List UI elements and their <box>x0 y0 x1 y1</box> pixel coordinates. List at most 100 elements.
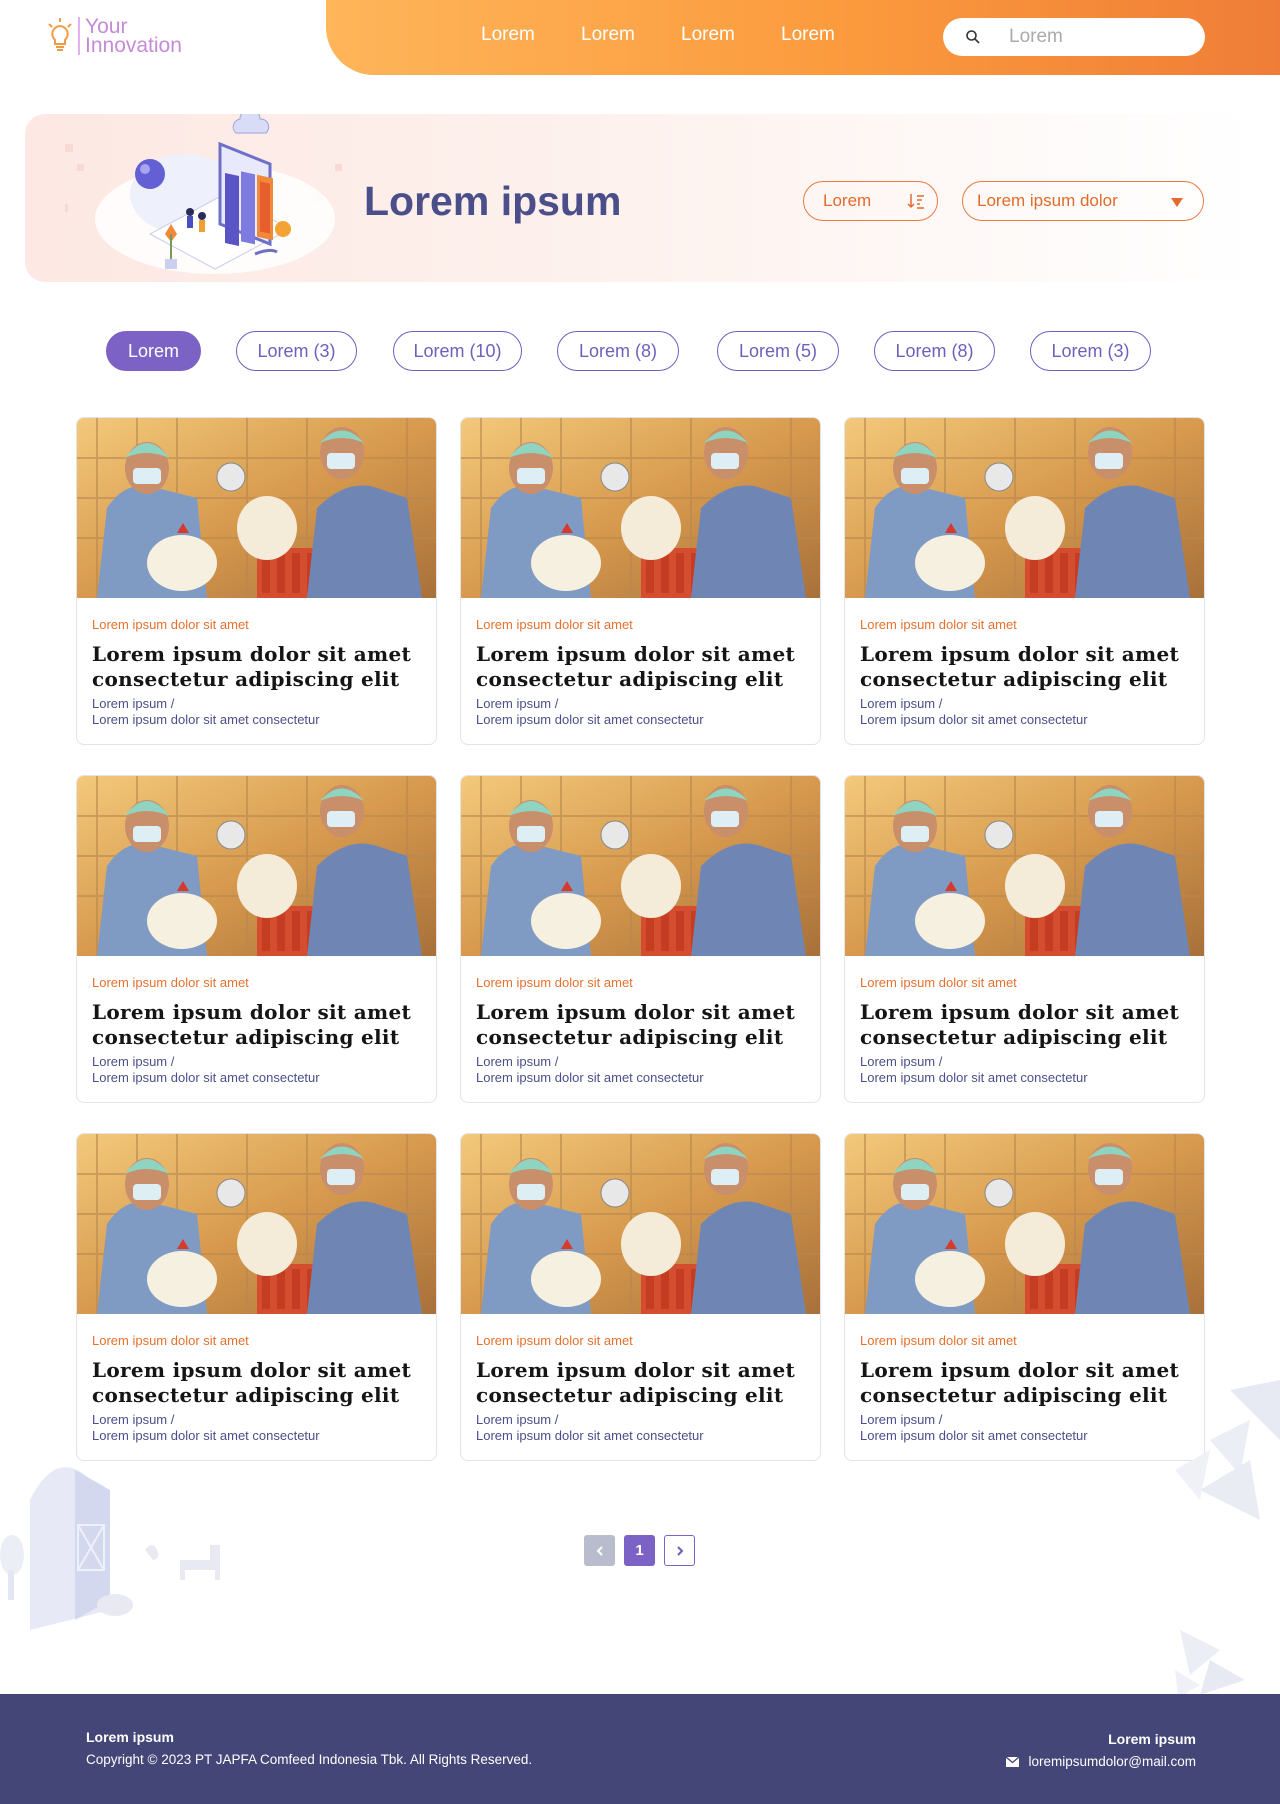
article-image <box>461 418 821 598</box>
email-address[interactable]: loremipsumdolor@mail.com <box>1029 1754 1197 1769</box>
article-card[interactable]: Lorem ipsum dolor sit amet Lorem ipsum d… <box>76 417 437 745</box>
category-select[interactable]: Lorem ipsum dolor <box>962 181 1204 221</box>
article-title-line: consectetur adipiscing elit <box>476 1025 784 1049</box>
article-title-line: Lorem ipsum dolor sit amet <box>92 1000 412 1024</box>
article-title-line: consectetur adipiscing elit <box>476 667 784 691</box>
article-title-line: consectetur adipiscing elit <box>860 1025 1168 1049</box>
article-meta: Lorem ipsum / Lorem ipsum dolor sit amet … <box>92 1054 421 1086</box>
page-number-current[interactable]: 1 <box>624 1535 655 1566</box>
hero-banner: Lorem ipsum Lorem Lorem ipsum dolor <box>25 114 1255 282</box>
article-title: Lorem ipsum dolor sit amet consectetur ad… <box>860 642 1189 692</box>
nav-item-1[interactable]: Lorem <box>481 24 581 46</box>
article-meta-line: Lorem ipsum dolor sit amet consectetur <box>476 712 704 727</box>
article-meta-line: Lorem ipsum dolor sit amet consectetur <box>92 1070 320 1085</box>
brand-wordmark: Your Innovation <box>78 16 182 57</box>
article-card[interactable]: Lorem ipsum dolor sit amet Lorem ipsum d… <box>460 417 821 745</box>
copyright-text: Copyright © 2023 PT JAPFA Comfeed Indone… <box>86 1752 533 1767</box>
article-meta: Lorem ipsum / Lorem ipsum dolor sit amet … <box>476 696 805 728</box>
mail-icon <box>1005 1756 1019 1767</box>
article-meta-line: Lorem ipsum / <box>860 1054 943 1069</box>
article-image <box>845 418 1205 598</box>
article-title-line: consectetur adipiscing elit <box>92 1383 400 1407</box>
article-category: Lorem ipsum dolor sit amet <box>476 975 633 990</box>
article-meta: Lorem ipsum / Lorem ipsum dolor sit amet … <box>860 696 1189 728</box>
footer-contact-title: Lorem ipsum <box>1108 1731 1196 1747</box>
triangle-decoration <box>1175 1380 1280 1698</box>
page-title: Lorem ipsum <box>364 178 622 224</box>
article-title-line: consectetur adipiscing elit <box>476 1383 784 1407</box>
article-image <box>77 776 437 956</box>
lightbulb-icon <box>48 18 72 51</box>
article-title: Lorem ipsum dolor sit amet consectetur ad… <box>92 1358 421 1408</box>
article-card[interactable]: Lorem ipsum dolor sit amet Lorem ipsum d… <box>76 775 437 1103</box>
search-input[interactable] <box>1009 26 1179 48</box>
article-meta-line: Lorem ipsum dolor sit amet consectetur <box>476 1428 704 1443</box>
article-title-line: Lorem ipsum dolor sit amet <box>860 642 1180 666</box>
prev-page-button[interactable] <box>584 1535 615 1566</box>
article-meta: Lorem ipsum / Lorem ipsum dolor sit amet … <box>476 1054 805 1086</box>
article-meta-line: Lorem ipsum dolor sit amet consectetur <box>860 1428 1088 1443</box>
chevron-down-icon <box>1171 198 1183 207</box>
article-title-line: Lorem ipsum dolor sit amet <box>860 1000 1180 1024</box>
article-image <box>77 1134 437 1314</box>
article-category: Lorem ipsum dolor sit amet <box>92 1333 249 1348</box>
article-title-line: consectetur adipiscing elit <box>92 667 400 691</box>
article-category: Lorem ipsum dolor sit amet <box>860 1333 1017 1348</box>
article-title: Lorem ipsum dolor sit amet consectetur ad… <box>476 1000 805 1050</box>
sort-button[interactable]: Lorem <box>803 181 938 221</box>
filter-chip[interactable]: Lorem (3) <box>1030 331 1151 371</box>
main-nav: Lorem Lorem Lorem Lorem <box>481 24 881 46</box>
article-title-line: consectetur adipiscing elit <box>860 1383 1168 1407</box>
article-category: Lorem ipsum dolor sit amet <box>476 1333 633 1348</box>
filter-chip[interactable]: Lorem (5) <box>717 331 839 371</box>
nav-item-4[interactable]: Lorem <box>781 24 881 46</box>
article-title: Lorem ipsum dolor sit amet consectetur ad… <box>92 642 421 692</box>
article-meta: Lorem ipsum / Lorem ipsum dolor sit amet … <box>476 1412 805 1444</box>
article-title: Lorem ipsum dolor sit amet consectetur ad… <box>860 1358 1189 1408</box>
article-meta-line: Lorem ipsum / <box>92 1054 175 1069</box>
article-meta: Lorem ipsum / Lorem ipsum dolor sit amet … <box>860 1412 1189 1444</box>
select-value: Lorem ipsum dolor <box>977 191 1118 210</box>
article-card[interactable]: Lorem ipsum dolor sit amet Lorem ipsum d… <box>844 417 1205 745</box>
filter-chip[interactable]: Lorem (3) <box>236 331 357 371</box>
nav-item-2[interactable]: Lorem <box>581 24 681 46</box>
pagination: 1 <box>584 1535 695 1566</box>
next-page-button[interactable] <box>664 1535 695 1566</box>
article-title: Lorem ipsum dolor sit amet consectetur ad… <box>476 642 805 692</box>
article-title: Lorem ipsum dolor sit amet consectetur ad… <box>92 1000 421 1050</box>
article-title-line: Lorem ipsum dolor sit amet <box>860 1358 1180 1382</box>
article-card[interactable]: Lorem ipsum dolor sit amet Lorem ipsum d… <box>76 1133 437 1461</box>
nav-item-3[interactable]: Lorem <box>681 24 781 46</box>
article-title-line: consectetur adipiscing elit <box>92 1025 400 1049</box>
filter-chip[interactable]: Lorem (8) <box>874 331 995 371</box>
chevron-left-icon <box>596 1545 603 1556</box>
article-card[interactable]: Lorem ipsum dolor sit amet Lorem ipsum d… <box>844 1133 1205 1461</box>
filter-chip[interactable]: Lorem (8) <box>557 331 679 371</box>
filter-chip-all[interactable]: Lorem <box>106 331 201 371</box>
article-card[interactable]: Lorem ipsum dolor sit amet Lorem ipsum d… <box>460 775 821 1103</box>
article-meta-line: Lorem ipsum dolor sit amet consectetur <box>860 1070 1088 1085</box>
article-card[interactable]: Lorem ipsum dolor sit amet Lorem ipsum d… <box>844 775 1205 1103</box>
article-title: Lorem ipsum dolor sit amet consectetur ad… <box>860 1000 1189 1050</box>
footer-email[interactable]: loremipsumdolor@mail.com <box>1005 1754 1197 1769</box>
brand-logo[interactable]: Your Innovation <box>46 16 182 56</box>
brand-line-2: Innovation <box>85 34 182 57</box>
article-meta: Lorem ipsum / Lorem ipsum dolor sit amet … <box>92 696 421 728</box>
site-footer: Lorem ipsum Copyright © 2023 PT JAPFA Co… <box>0 1694 1280 1804</box>
article-image <box>845 776 1205 956</box>
footer-title: Lorem ipsum <box>86 1729 174 1745</box>
search-icon[interactable] <box>965 29 981 45</box>
article-image <box>461 1134 821 1314</box>
article-title-line: consectetur adipiscing elit <box>860 667 1168 691</box>
filter-chip[interactable]: Lorem (10) <box>393 331 522 371</box>
search-box[interactable] <box>943 18 1205 56</box>
article-title-line: Lorem ipsum dolor sit amet <box>92 642 412 666</box>
article-category: Lorem ipsum dolor sit amet <box>860 975 1017 990</box>
article-title-line: Lorem ipsum dolor sit amet <box>476 642 796 666</box>
article-image <box>461 776 821 956</box>
article-card[interactable]: Lorem ipsum dolor sit amet Lorem ipsum d… <box>460 1133 821 1461</box>
nav-bar: Lorem Lorem Lorem Lorem <box>326 0 1280 75</box>
article-category: Lorem ipsum dolor sit amet <box>476 617 633 632</box>
article-meta-line: Lorem ipsum / <box>860 696 943 711</box>
article-meta: Lorem ipsum / Lorem ipsum dolor sit amet … <box>860 1054 1189 1086</box>
